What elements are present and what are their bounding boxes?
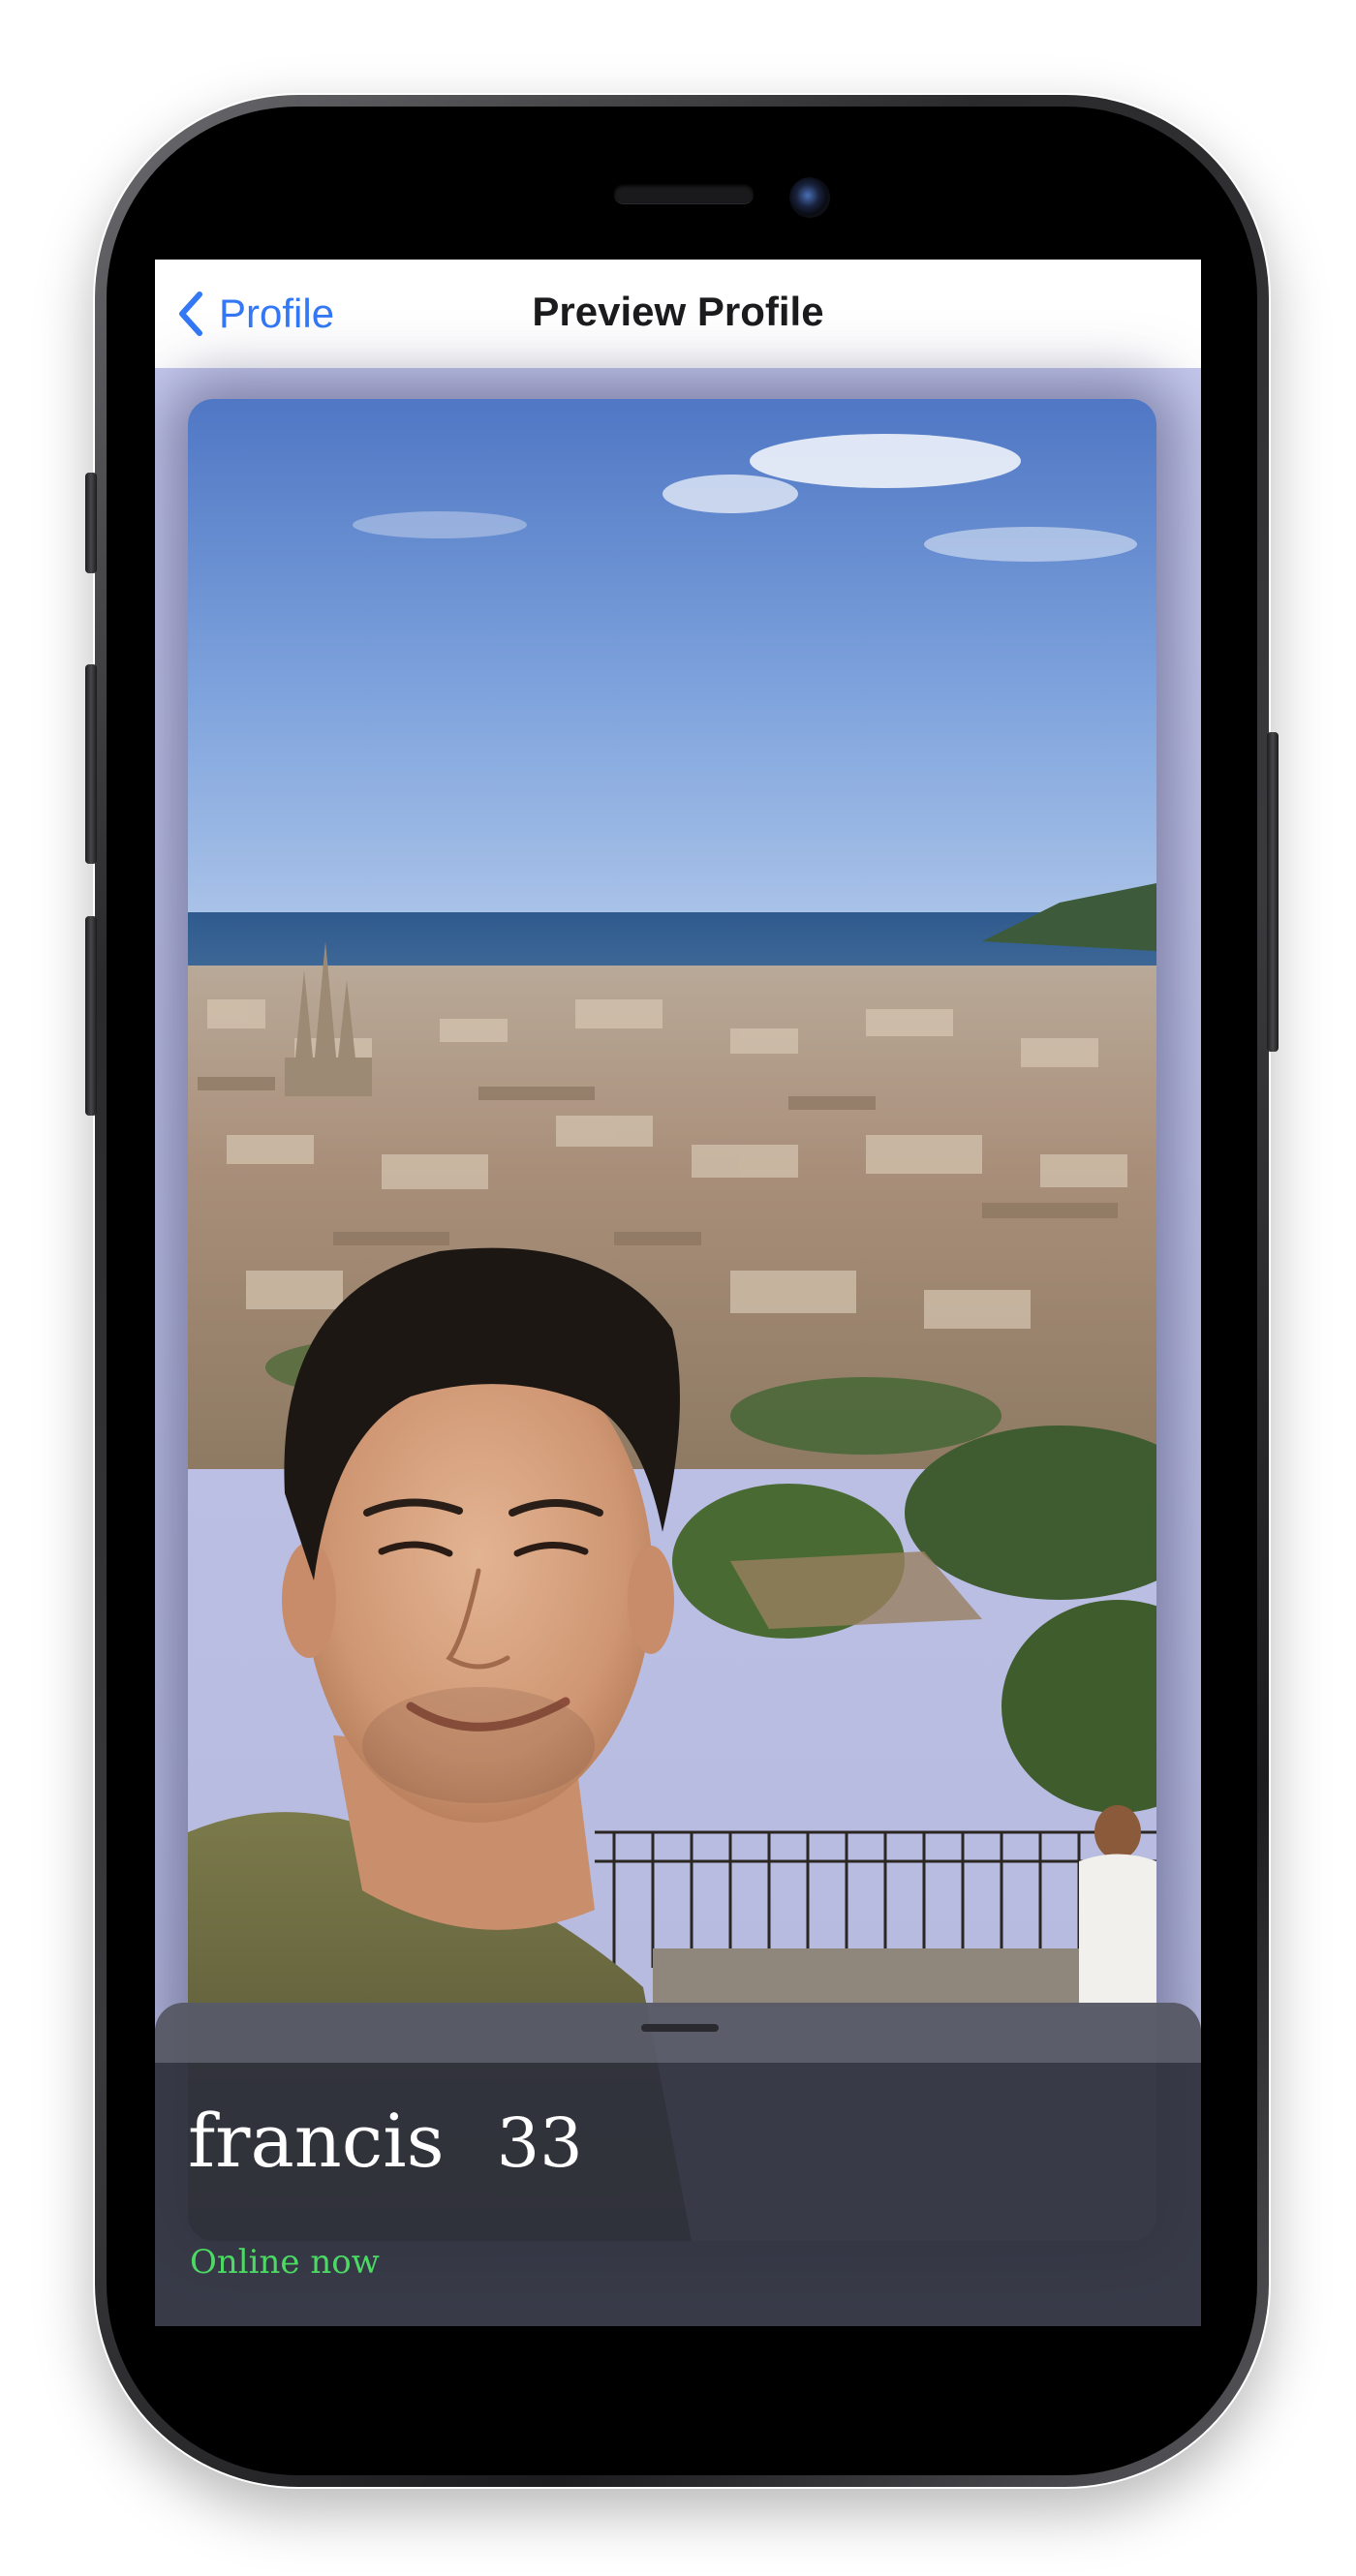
sheet-header [155, 2003, 1201, 2063]
page-title: Preview Profile [532, 289, 824, 334]
app-screen: Profile Preview Profile francis 33 Onlin… [155, 260, 1201, 2326]
mute-switch [85, 473, 97, 573]
navigation-bar: Profile Preview Profile [155, 260, 1201, 369]
online-status: Online now [190, 2243, 380, 2282]
volume-up-button [85, 664, 97, 864]
name-age-row: francis 33 [188, 2098, 583, 2184]
front-camera [789, 177, 830, 218]
profile-photo-card[interactable] [188, 399, 1156, 2241]
profile-name: francis [188, 2098, 445, 2184]
profile-age: 33 [496, 2103, 583, 2183]
volume-down-button [85, 916, 97, 1116]
grabber-handle-icon[interactable] [641, 2024, 719, 2032]
power-button [1267, 732, 1279, 1052]
profile-info-sheet[interactable]: francis 33 Online now [155, 2003, 1201, 2326]
earpiece-speaker [614, 184, 754, 203]
profile-photo [188, 399, 1156, 2241]
